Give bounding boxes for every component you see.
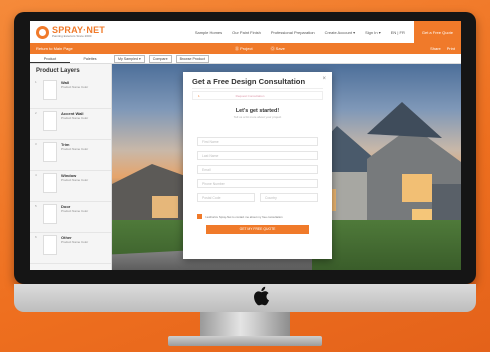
submit-button[interactable]: GET MY FREE QUOTE	[206, 225, 309, 234]
last-name-field[interactable]: Last Name	[197, 151, 318, 160]
logo-tagline: Painting Exteriors Since 2000	[52, 34, 92, 38]
step-indicator: 1 Request Consultation	[192, 91, 323, 100]
brand-logo-icon[interactable]	[36, 25, 49, 39]
step-label: Request Consultation	[235, 93, 265, 98]
consent-row: I authorize Spray-Net to contact me abou…	[197, 214, 318, 219]
tab-palettes[interactable]: Palettes	[70, 57, 110, 61]
product-layers-sidebar: Product Layers 1 Wall Product Name Color…	[30, 64, 112, 270]
step-number: 1	[198, 93, 200, 98]
modal-title: Get a Free Design Consultation	[192, 77, 306, 86]
share-button[interactable]: Share	[430, 46, 441, 51]
sub-tabs: Product Palettes My Sampled ▾ Compare Br…	[30, 54, 461, 64]
brand-logo[interactable]: SPRAY·NET Painting Exteriors Since 2000	[52, 26, 105, 38]
nav-link-sign-in[interactable]: Sign In ▾	[360, 30, 386, 35]
tab-product[interactable]: Product	[30, 54, 70, 63]
layer-subtitle: Product Name Color	[61, 116, 89, 120]
layer-subtitle: Product Name Color	[61, 178, 89, 182]
layer-swatch[interactable]	[43, 204, 57, 224]
layer-swatch[interactable]	[43, 80, 57, 100]
layer-swatch[interactable]	[43, 235, 57, 255]
my-sampled-dropdown[interactable]: My Sampled ▾	[114, 54, 145, 63]
nav-link-create-account[interactable]: Create Account ▾	[320, 30, 360, 35]
project-toolbar: Return to Main Page Ⓞ Project Ⓞ Save Sha…	[30, 43, 461, 54]
top-navigation: SPRAY·NET Painting Exteriors Since 2000 …	[30, 21, 461, 43]
layer-swatch[interactable]	[43, 173, 57, 193]
layer-item[interactable]: 2 Accent Wall Product Name Color	[30, 109, 111, 140]
layer-number: 6	[35, 235, 37, 239]
close-icon[interactable]: ×	[322, 76, 326, 82]
layer-subtitle: Product Name Color	[61, 85, 89, 89]
layer-number: 5	[35, 204, 37, 208]
layer-subtitle: Product Name Color	[61, 209, 89, 213]
email-field[interactable]: Email	[197, 165, 318, 174]
apple-logo-icon	[254, 286, 269, 306]
layer-item[interactable]: 3 Trim Product Name Color	[30, 140, 111, 171]
monitor-stand-foot	[168, 336, 322, 346]
layer-number: 3	[35, 142, 37, 146]
share-actions: Share Print	[430, 46, 455, 51]
form-subheading: Tell us a bit more about your project	[233, 115, 282, 119]
project-tab[interactable]: Ⓞ Project	[235, 46, 253, 52]
layer-item[interactable]: 6 Other Product Name Color	[30, 233, 111, 264]
monitor-chin	[14, 284, 476, 312]
form-heading: Let's get started!	[235, 108, 280, 114]
consent-label: I authorize Spray-Net to contact me abou…	[205, 214, 283, 219]
print-button[interactable]: Print	[447, 46, 455, 51]
save-tab[interactable]: Ⓞ Save	[271, 46, 285, 52]
nav-link-preparation[interactable]: Professional Preparation	[266, 30, 320, 35]
layer-subtitle: Product Name Color	[61, 147, 89, 151]
country-select[interactable]: Country	[260, 193, 318, 202]
postal-code-field[interactable]: Postal Code	[197, 193, 255, 202]
layer-number: 1	[35, 80, 37, 84]
layer-subtitle: Product Name Color	[61, 240, 89, 244]
layer-item[interactable]: 1 Wall Product Name Color	[30, 78, 111, 109]
project-actions: Ⓞ Project Ⓞ Save	[235, 46, 285, 52]
nav-links: Sample Homes Our Paint Finish Profession…	[190, 21, 461, 43]
nav-link-paint-finish[interactable]: Our Paint Finish	[227, 30, 266, 35]
sidebar-title: Product Layers	[36, 68, 80, 74]
layer-swatch[interactable]	[43, 111, 57, 131]
phone-field[interactable]: Phone Number	[197, 179, 318, 188]
layer-number: 2	[35, 111, 37, 115]
free-quote-button[interactable]: Get a Free Quote	[413, 21, 461, 43]
divider	[192, 88, 323, 89]
compare-button[interactable]: Compare	[148, 54, 172, 63]
layer-number: 4	[35, 173, 37, 177]
layer-swatch[interactable]	[43, 142, 57, 162]
consultation-modal: Get a Free Design Consultation × 1 Reque…	[183, 72, 332, 259]
nav-link-sample-homes[interactable]: Sample Homes	[190, 30, 227, 35]
browse-product-button[interactable]: Browse Product	[175, 54, 209, 63]
consent-checkbox[interactable]	[197, 214, 202, 219]
layer-item[interactable]: 5 Door Product Name Color	[30, 202, 111, 233]
layer-item[interactable]: 4 Window Product Name Color	[30, 171, 111, 202]
monitor-stand-neck	[200, 312, 290, 338]
return-link[interactable]: Return to Main Page	[36, 46, 73, 51]
language-switch[interactable]: EN | FR	[386, 30, 410, 35]
first-name-field[interactable]: First Name	[197, 137, 318, 146]
